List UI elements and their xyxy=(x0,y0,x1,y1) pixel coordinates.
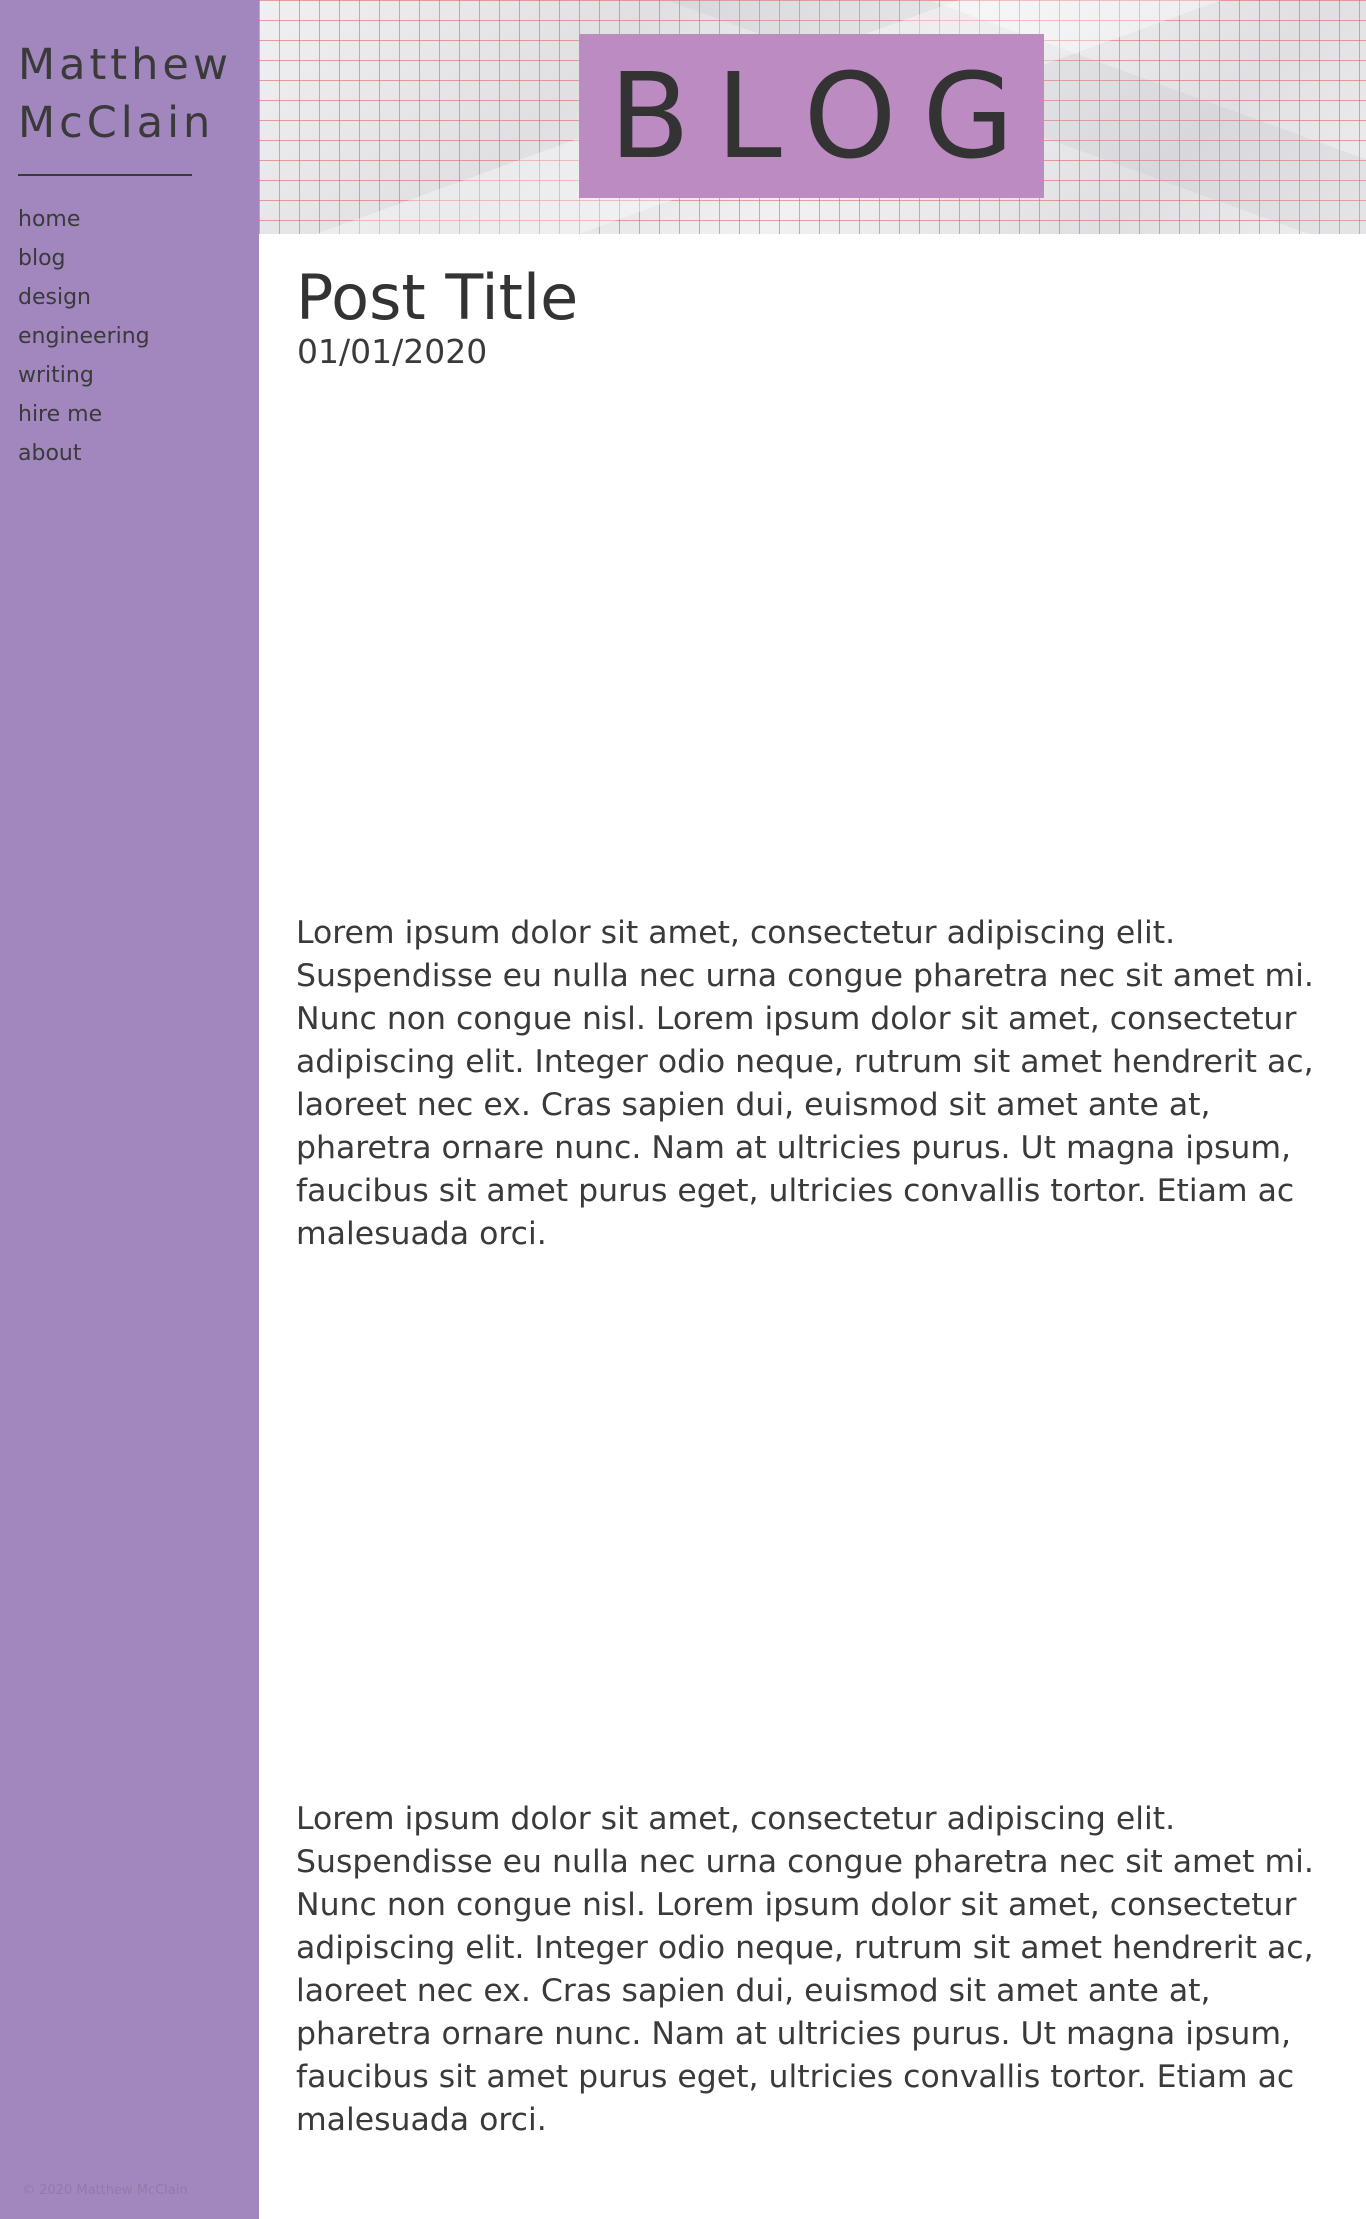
site-name-line1: Matthew xyxy=(18,40,233,90)
header-banner: BLOG xyxy=(259,0,1366,234)
nav-item-engineering[interactable]: engineering xyxy=(18,317,150,356)
sidebar-divider xyxy=(18,174,192,176)
post-paragraph-1: Lorem ipsum dolor sit amet, consectetur … xyxy=(296,915,1314,1252)
nav-item-blog[interactable]: blog xyxy=(18,239,150,278)
nav-item-about[interactable]: about xyxy=(18,434,150,473)
post-paragraph-2: Lorem ipsum dolor sit amet, consectetur … xyxy=(296,1801,1314,2138)
nav-item-hire-me[interactable]: hire me xyxy=(18,395,150,434)
nav-item-home[interactable]: home xyxy=(18,200,150,239)
sidebar: Matthew McClain home blog design enginee… xyxy=(0,0,259,2219)
blog-title: BLOG xyxy=(609,47,1040,185)
blog-title-box: BLOG xyxy=(579,34,1044,198)
sidebar-nav: home blog design engineering writing hir… xyxy=(18,200,150,473)
site-name[interactable]: Matthew McClain xyxy=(18,36,253,152)
copyright-text: © 2020 Matthew McClain xyxy=(22,2183,188,2198)
nav-item-design[interactable]: design xyxy=(18,278,150,317)
page: Matthew McClain home blog design enginee… xyxy=(0,0,1366,2219)
nav-item-writing[interactable]: writing xyxy=(18,356,150,395)
post-title: Post Title xyxy=(296,261,579,334)
site-name-line2: McClain xyxy=(18,98,215,148)
post-date: 01/01/2020 xyxy=(297,332,488,371)
